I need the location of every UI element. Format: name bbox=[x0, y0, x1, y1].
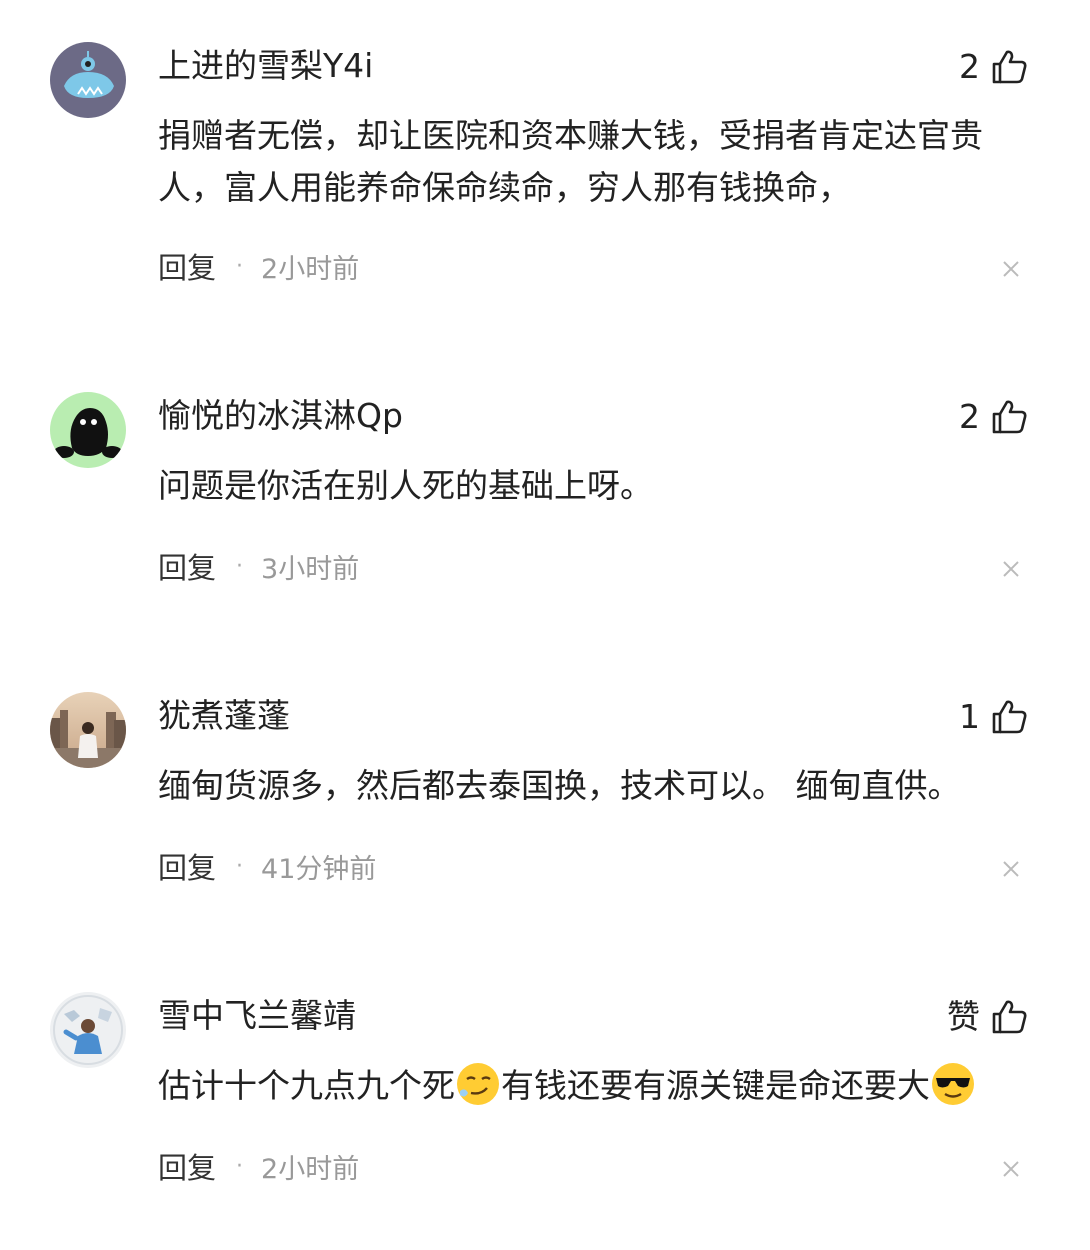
thumbs-up-icon bbox=[992, 400, 1027, 434]
reply-button[interactable]: 回复 bbox=[158, 245, 216, 287]
timestamp: 2小时前 bbox=[261, 253, 360, 285]
separator-dot: · bbox=[236, 253, 244, 279]
comment-footer: 回复 · 3小时前 bbox=[158, 544, 359, 588]
close-icon[interactable] bbox=[1000, 858, 1022, 880]
comment-item: 上进的雪梨Y4i 2 捐赠者无偿，却让医院和资本赚大钱，受捐者肯定达官贵人，富人… bbox=[0, 0, 1090, 300]
user-avatar[interactable] bbox=[50, 692, 126, 768]
like-label: 赞 bbox=[947, 997, 980, 1036]
comment-item: 雪中飞兰馨靖 赞 估计十个九点九个死 有钱还要有源关键是命还要大 回复 · 2小… bbox=[0, 950, 1090, 1250]
reply-button[interactable]: 回复 bbox=[158, 845, 216, 887]
comment-text: 问题是你活在别人死的基础上呀。 bbox=[158, 466, 653, 505]
blue-monster-avatar-icon bbox=[50, 42, 126, 118]
comment-footer: 回复 · 41分钟前 bbox=[158, 844, 376, 888]
like-button[interactable]: 赞 bbox=[947, 994, 1028, 1040]
thumbs-up-icon bbox=[992, 50, 1027, 84]
thumbs-up-icon bbox=[992, 1000, 1027, 1034]
username[interactable]: 雪中飞兰馨靖 bbox=[158, 994, 356, 1038]
user-avatar[interactable] bbox=[50, 42, 126, 118]
person-photo-avatar-icon bbox=[50, 992, 126, 1068]
reply-button[interactable]: 回复 bbox=[158, 545, 216, 587]
reply-button[interactable]: 回复 bbox=[158, 1145, 216, 1187]
user-avatar[interactable] bbox=[50, 992, 126, 1068]
smirk-emoji-icon bbox=[457, 1063, 499, 1105]
like-count: 2 bbox=[959, 47, 980, 86]
like-count: 1 bbox=[959, 697, 980, 736]
comment-item: 犹煮蓬蓬 1 缅甸货源多，然后都去泰国换，技术可以。 缅甸直供。 回复 · 41… bbox=[0, 650, 1090, 950]
username[interactable]: 愉悦的冰淇淋Qp bbox=[158, 394, 403, 438]
comment-item: 愉悦的冰淇淋Qp 2 问题是你活在别人死的基础上呀。 回复 · 3小时前 bbox=[0, 350, 1090, 650]
separator-dot: · bbox=[236, 1153, 244, 1179]
like-button[interactable]: 2 bbox=[959, 44, 1028, 90]
sunglasses-emoji-icon bbox=[932, 1063, 974, 1105]
separator-dot: · bbox=[236, 553, 244, 579]
like-button[interactable]: 2 bbox=[959, 394, 1028, 440]
user-avatar[interactable] bbox=[50, 392, 126, 468]
comment-text: 估计十个九点九个死 有钱还要有源关键是命还要大 bbox=[158, 1060, 1038, 1112]
black-blob-avatar-icon bbox=[50, 392, 126, 468]
thumbs-up-icon bbox=[992, 700, 1027, 734]
username[interactable]: 上进的雪梨Y4i bbox=[158, 44, 373, 88]
comment-text-part: 有钱还要有源关键是命还要大 bbox=[501, 1066, 930, 1105]
timestamp: 3小时前 bbox=[261, 553, 360, 585]
comment-footer: 回复 · 2小时前 bbox=[158, 244, 359, 288]
like-count: 2 bbox=[959, 397, 980, 436]
timestamp: 41分钟前 bbox=[261, 853, 377, 885]
comment-text-part: 估计十个九点九个死 bbox=[158, 1066, 455, 1105]
comment-text: 缅甸货源多，然后都去泰国换，技术可以。 缅甸直供。 bbox=[158, 766, 961, 805]
username[interactable]: 犹煮蓬蓬 bbox=[158, 694, 290, 738]
timestamp: 2小时前 bbox=[261, 1153, 360, 1185]
like-button[interactable]: 1 bbox=[959, 694, 1028, 740]
close-icon[interactable] bbox=[1000, 1158, 1022, 1180]
close-icon[interactable] bbox=[1000, 558, 1022, 580]
comment-text: 捐赠者无偿，却让医院和资本赚大钱，受捐者肯定达官贵人，富人用能养命保命续命，穷人… bbox=[158, 116, 983, 207]
comment-footer: 回复 · 2小时前 bbox=[158, 1144, 359, 1188]
close-icon[interactable] bbox=[1000, 258, 1022, 280]
separator-dot: · bbox=[236, 853, 244, 879]
photo-avatar-icon bbox=[50, 692, 126, 768]
